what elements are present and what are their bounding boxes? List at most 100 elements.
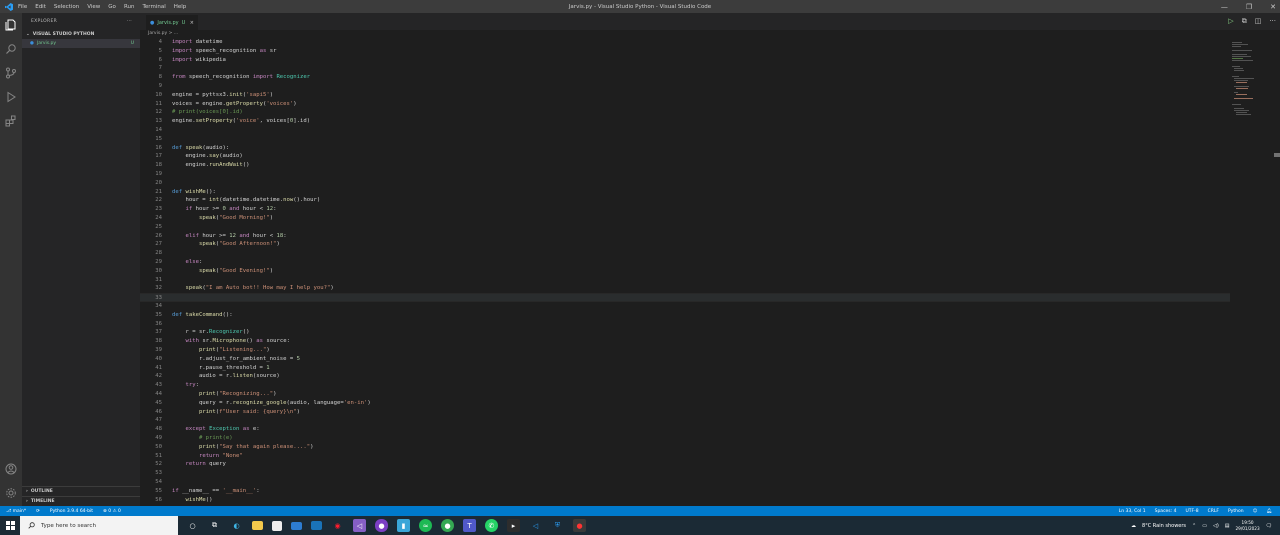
code-line[interactable]: 11 voices = engine.getProperty('voices') xyxy=(140,100,1230,109)
more-actions-icon[interactable]: ··· xyxy=(1269,17,1276,26)
chrome-icon[interactable]: ● xyxy=(441,519,454,532)
close-window-icon[interactable]: ✕ xyxy=(1270,3,1276,11)
code-line[interactable]: 31 xyxy=(140,276,1230,285)
edge-icon[interactable]: ◐ xyxy=(230,519,243,532)
code-line[interactable]: 33 xyxy=(140,293,1230,302)
menu-terminal[interactable]: Terminal xyxy=(142,4,165,10)
menu-run[interactable]: Run xyxy=(124,4,135,10)
code-line[interactable]: 34 xyxy=(140,302,1230,311)
extensions-icon[interactable] xyxy=(5,115,17,127)
source-control-icon[interactable] xyxy=(5,67,17,79)
more-actions-icon[interactable]: ··· xyxy=(127,19,132,24)
code-line[interactable]: 48 except Exception as e: xyxy=(140,425,1230,434)
code-line[interactable]: 49 # print(e) xyxy=(140,434,1230,443)
menu-view[interactable]: View xyxy=(87,4,100,10)
code-line[interactable]: 53 xyxy=(140,469,1230,478)
code-line[interactable]: 56 wishMe() xyxy=(140,496,1230,505)
app-tile-icon[interactable]: ▮ xyxy=(397,519,410,532)
code-line[interactable]: 4 import datetime xyxy=(140,38,1230,47)
code-line[interactable]: 41 r.pause_threshold = 1 xyxy=(140,364,1230,373)
weather-icon[interactable]: ☁ xyxy=(1131,523,1136,529)
code-line[interactable]: 42 audio = r.listen(source) xyxy=(140,372,1230,381)
code-line[interactable]: 37 r = sr.Recognizer() xyxy=(140,328,1230,337)
code-line[interactable]: 39 print("Listening...") xyxy=(140,346,1230,355)
terminal-icon[interactable]: ▸ xyxy=(507,519,520,532)
code-line[interactable]: 19 xyxy=(140,170,1230,179)
encoding[interactable]: UTF-8 xyxy=(1185,509,1198,514)
code-line[interactable]: 43 try: xyxy=(140,381,1230,390)
code-line[interactable]: 23 if hour >= 0 and hour < 12: xyxy=(140,205,1230,214)
code-line[interactable]: 40 r.adjust_for_ambient_noise = 5 xyxy=(140,355,1230,364)
explorer-icon[interactable] xyxy=(5,19,17,31)
editor-scrollbar[interactable] xyxy=(1274,38,1280,506)
code-line[interactable]: 8 from speech_recognition import Recogniz… xyxy=(140,73,1230,82)
task-view-icon[interactable]: ⧉ xyxy=(208,519,221,532)
code-line[interactable]: 52 return query xyxy=(140,460,1230,469)
code-line[interactable]: 44 print("Recognizing...") xyxy=(140,390,1230,399)
code-line[interactable]: 7 xyxy=(140,64,1230,73)
photos-icon[interactable] xyxy=(311,521,322,530)
code-line[interactable]: 15 xyxy=(140,135,1230,144)
visual-studio-icon[interactable]: ◁ xyxy=(353,519,366,532)
tray-overflow-icon[interactable]: ⌃ xyxy=(1192,523,1196,529)
code-line[interactable]: 13 engine.setProperty('voice', voices[0].… xyxy=(140,117,1230,126)
code-line[interactable]: 28 xyxy=(140,249,1230,258)
code-editor[interactable]: 4 import datetime 5 import speech_recogniti… xyxy=(140,38,1230,506)
code-line[interactable]: 12 # print(voices[0].id) xyxy=(140,108,1230,117)
notifications-icon[interactable]: 🔔︎ xyxy=(1266,509,1272,514)
code-line[interactable]: 29 else: xyxy=(140,258,1230,267)
code-line[interactable]: 47 xyxy=(140,416,1230,425)
branch-indicator[interactable]: ⎇ main* xyxy=(6,509,26,514)
code-line[interactable]: 54 xyxy=(140,478,1230,487)
run-file-icon[interactable]: ▷ xyxy=(1228,17,1233,26)
menu-go[interactable]: Go xyxy=(108,4,116,10)
security-shield-icon[interactable]: ⛨ xyxy=(551,519,564,532)
code-line[interactable]: 45 query = r.recognize_google(audio, lan… xyxy=(140,399,1230,408)
code-line[interactable]: 21 def wishMe(): xyxy=(140,188,1230,197)
vscode-taskbar-icon[interactable]: ◁ xyxy=(529,519,542,532)
teams-icon[interactable]: T xyxy=(463,519,476,532)
menu-edit[interactable]: Edit xyxy=(35,4,46,10)
feedback-icon[interactable]: ☺ xyxy=(1253,509,1258,514)
timeline-section[interactable]: › TIMELINE xyxy=(22,496,140,506)
code-line[interactable]: 22 hour = int(datetime.datetime.now().ho… xyxy=(140,196,1230,205)
clock[interactable]: 19:50 29/01/2023 xyxy=(1236,520,1260,531)
code-line[interactable]: 51 return "None" xyxy=(140,452,1230,461)
problems-indicator[interactable]: ⊗ 0 ⚠ 0 xyxy=(103,509,121,514)
notification-center-icon[interactable]: 🗨︎ xyxy=(1266,523,1272,529)
close-tab-icon[interactable]: × xyxy=(190,20,194,26)
menu-selection[interactable]: Selection xyxy=(54,4,79,10)
outline-section[interactable]: › OUTLINE xyxy=(22,486,140,496)
windows-start-icon[interactable] xyxy=(0,516,20,535)
volume-icon[interactable]: ◁) xyxy=(1213,523,1219,529)
account-icon[interactable] xyxy=(5,463,17,475)
recorder-icon[interactable]: ● xyxy=(573,519,586,532)
code-line[interactable]: 32 speak("I am Auto bot!! How may I help… xyxy=(140,284,1230,293)
code-line[interactable]: 35 def takeCommand(): xyxy=(140,311,1230,320)
network-icon[interactable]: ▭ xyxy=(1202,523,1207,529)
code-line[interactable]: 38 with sr.Microphone() as source: xyxy=(140,337,1230,346)
file-item-jarvis[interactable]: ● Jarvis.py U xyxy=(22,39,140,48)
mail-icon[interactable] xyxy=(291,521,302,530)
github-icon[interactable]: ● xyxy=(375,519,388,532)
opera-icon[interactable]: ◉ xyxy=(331,519,344,532)
sync-icon[interactable]: ⟳ xyxy=(36,509,40,514)
code-line[interactable]: 27 speak("Good Afternoon!") xyxy=(140,240,1230,249)
code-line[interactable]: 10 engine = pyttsx3.init('sapi5') xyxy=(140,91,1230,100)
code-line[interactable]: 6 import wikipedia xyxy=(140,56,1230,65)
tab-jarvis[interactable]: ● Jarvis.py U × xyxy=(146,15,198,30)
code-line[interactable]: 16 def speak(audio): xyxy=(140,144,1230,153)
language-icon[interactable]: ▤ xyxy=(1225,523,1230,529)
code-line[interactable]: 9 xyxy=(140,82,1230,91)
whatsapp-icon[interactable]: ✆ xyxy=(485,519,498,532)
code-line[interactable]: 20 xyxy=(140,179,1230,188)
code-line[interactable]: 26 elif hour >= 12 and hour < 18: xyxy=(140,232,1230,241)
code-line[interactable]: 36 xyxy=(140,320,1230,329)
taskbar-search[interactable]: Type here to search xyxy=(20,516,178,535)
code-line[interactable]: 5 import speech_recognition as sr xyxy=(140,47,1230,56)
cursor-position[interactable]: Ln 33, Col 1 xyxy=(1119,509,1146,514)
code-line[interactable]: 17 engine.say(audio) xyxy=(140,152,1230,161)
spotify-icon[interactable]: ≈ xyxy=(419,519,432,532)
code-line[interactable]: 55 if __name__ == '__main__': xyxy=(140,487,1230,496)
breadcrumb[interactable]: Jarvis.py > ... xyxy=(148,31,178,36)
